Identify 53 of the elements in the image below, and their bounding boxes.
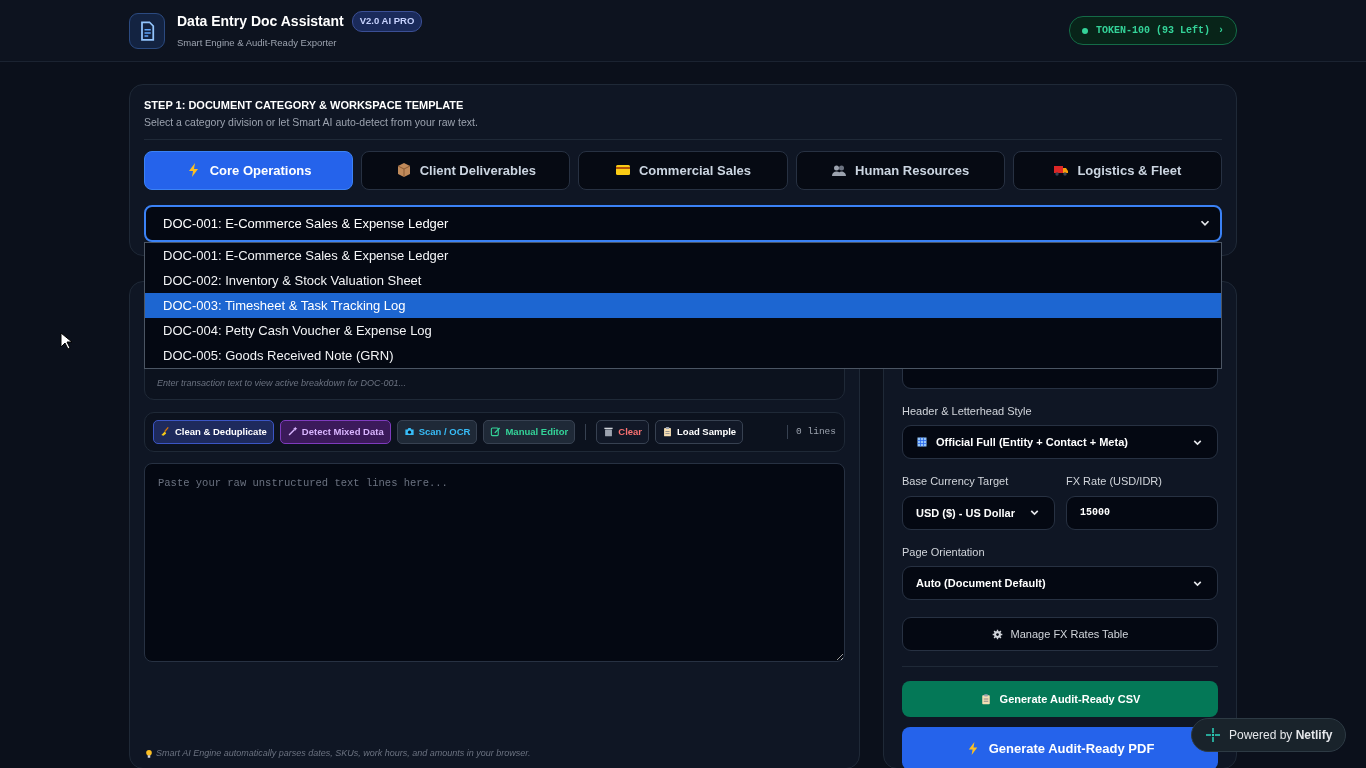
line-count: 0 lines xyxy=(787,424,836,440)
building-icon xyxy=(916,436,928,449)
header-style-select[interactable]: Official Full (Entity + Contact + Meta) xyxy=(902,425,1218,460)
camera-icon xyxy=(403,426,415,438)
field-label: Header & Letterhead Style xyxy=(902,403,1033,419)
gear-icon xyxy=(991,628,1003,640)
template-select[interactable]: DOC-001: E-Commerce Sales & Expense Ledger xyxy=(144,204,1222,242)
dropdown-option[interactable]: DOC-003: Timesheet & Task Tracking Log xyxy=(145,293,1221,318)
dropdown-option[interactable]: DOC-005: Goods Received Note (GRN) xyxy=(145,343,1221,368)
clipboard-icon xyxy=(662,426,674,438)
category-tab[interactable]: Commercial Sales xyxy=(578,150,788,190)
step-description: Select a category division or let Smart AI auto-detect from your raw text. xyxy=(144,115,1222,140)
generate-csv-button[interactable]: Generate Audit-Ready CSV xyxy=(902,681,1218,718)
dropdown-option[interactable]: DOC-002: Inventory & Stock Valuation Sheet xyxy=(145,268,1221,293)
toolbar-button[interactable]: Clean & Deduplicate xyxy=(153,419,274,445)
orientation-select[interactable]: Auto (Document Default) xyxy=(902,566,1218,601)
category-tab[interactable]: Logistics & Fleet xyxy=(1012,150,1222,190)
category-tab[interactable]: Client Deliverables xyxy=(361,150,571,190)
field-label: Base Currency Target xyxy=(902,474,1010,490)
trash-icon xyxy=(603,426,615,438)
token-button[interactable]: TOKEN-100 (93 Left) › xyxy=(1068,16,1237,45)
fx-rate-field[interactable]: 15000 xyxy=(1066,495,1218,530)
toolbar-button[interactable]: Clear xyxy=(596,419,650,445)
version-badge: V2.0 AI PRO xyxy=(351,11,423,32)
netlify-badge[interactable]: Powered by Netlify xyxy=(1191,718,1347,752)
field-label: FX Rate (USD/IDR) xyxy=(1066,474,1163,490)
app-subtitle: Smart Engine & Audit-Ready Exporter xyxy=(177,35,338,50)
clipboard-icon xyxy=(979,693,992,706)
category-tab[interactable]: Human Resources xyxy=(795,150,1005,190)
edit-icon xyxy=(490,426,502,438)
toolbar-button[interactable]: Manual Editor xyxy=(483,419,576,445)
status-dot-icon xyxy=(1081,27,1088,34)
light-bulb-icon xyxy=(144,748,154,759)
field-label: Page Orientation xyxy=(902,544,986,560)
magic-wand-icon xyxy=(286,426,298,438)
spark-icon xyxy=(1205,727,1221,743)
generate-pdf-button[interactable]: Generate Audit-Ready PDF xyxy=(902,727,1218,768)
toolbar-button[interactable]: Detect Mixed Data xyxy=(279,419,391,445)
dropdown-option[interactable]: DOC-001: E-Commerce Sales & Expense Ledger xyxy=(145,243,1221,268)
app-title: Data Entry Doc Assistant xyxy=(177,11,344,31)
manage-fx-button[interactable]: Manage FX Rates Table xyxy=(902,617,1218,652)
toolbar-button[interactable]: Load Sample xyxy=(655,419,744,445)
step-title: STEP 1: DOCUMENT CATEGORY & WORKSPACE TEMPLATE xyxy=(144,99,465,113)
dropdown-option[interactable]: DOC-004: Petty Cash Voucher & Expense Log xyxy=(145,318,1221,343)
mouse-cursor-icon xyxy=(60,332,72,350)
box-icon xyxy=(395,162,412,179)
toolbar-button[interactable]: Scan / OCR xyxy=(396,419,478,445)
category-tab[interactable]: Core Operations xyxy=(144,150,354,190)
currency-select[interactable]: USD ($) - US Dollar xyxy=(902,495,1055,530)
footer-note: Smart AI Engine automatically parses dates, SKUs, work hours, and amounts in your browser. xyxy=(156,746,531,760)
breakdown-hint: Enter transaction text to view active breakdown for DOC-001... xyxy=(157,377,408,391)
broom-icon xyxy=(160,426,171,438)
raw-text-area[interactable]: Paste your raw unstructured text lines here... xyxy=(144,462,845,662)
